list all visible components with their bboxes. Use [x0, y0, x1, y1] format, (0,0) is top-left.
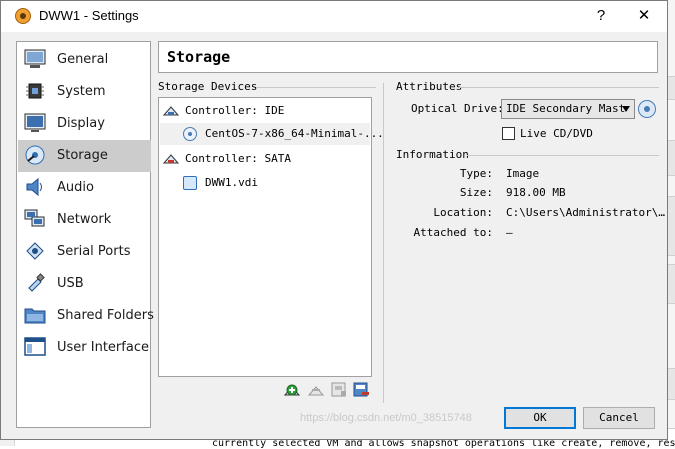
optical-drive-value: IDE Secondary Mast: [506, 102, 626, 115]
sidebar-item-user-interface[interactable]: User Interface: [18, 332, 151, 364]
title-bar: DWW1 - Settings ? ✕: [1, 1, 667, 32]
sidebar-item-storage[interactable]: Storage: [18, 140, 151, 172]
tree-controller-ide[interactable]: Controller: IDE: [163, 100, 284, 122]
sidebar-item-label: Display: [57, 116, 105, 131]
help-button[interactable]: ?: [586, 5, 616, 27]
sidebar-item-system[interactable]: System: [18, 76, 151, 108]
sidebar-item-label: Serial Ports: [57, 244, 131, 259]
sidebar-item-label: System: [57, 84, 106, 99]
optical-disc-icon: [183, 127, 197, 141]
section-divider: [256, 87, 376, 88]
info-type-label: Type:: [459, 167, 493, 180]
ui-window-icon: [24, 337, 46, 356]
tree-attachment-label: CentOS-7-x86_64-Minimal-...: [205, 127, 384, 140]
page-title-text: Storage: [167, 48, 231, 66]
folder-icon: [24, 308, 46, 324]
optical-drive-select[interactable]: IDE Secondary Mast: [501, 99, 635, 119]
pane-divider: [383, 83, 384, 403]
attributes-label: Attributes: [396, 80, 463, 93]
page-title: Storage: [158, 41, 658, 73]
chip-icon: [26, 83, 44, 99]
live-cd-checkbox[interactable]: [502, 127, 515, 140]
sidebar-item-label: Shared Folders: [57, 308, 154, 323]
remove-attachment-icon[interactable]: [352, 381, 370, 399]
tree-attachment-hdd[interactable]: DWW1.vdi: [183, 172, 258, 194]
sidebar-item-label: Audio: [57, 180, 94, 195]
tree-attachment-optical[interactable]: CentOS-7-x86_64-Minimal-...: [160, 123, 384, 145]
tree-controller-label: Controller: SATA: [185, 152, 291, 165]
tree-controller-sata[interactable]: Controller: SATA: [163, 148, 291, 170]
information-label: Information: [396, 148, 469, 161]
storage-devices-label: Storage Devices: [158, 80, 258, 93]
ok-button[interactable]: OK: [504, 407, 576, 429]
sidebar-item-label: User Interface: [57, 340, 149, 355]
virtualbox-icon: [15, 8, 31, 24]
remove-controller-icon[interactable]: [307, 381, 325, 399]
usb-icon: [28, 273, 45, 292]
window-title: DWW1 - Settings: [39, 8, 139, 23]
info-location-label: Location:: [433, 206, 493, 219]
live-cd-label: Live CD/DVD: [520, 127, 593, 140]
tree-controller-label: Controller: IDE: [185, 104, 285, 117]
cancel-button[interactable]: Cancel: [583, 407, 655, 429]
add-disk-icon[interactable]: [330, 381, 348, 399]
info-size-value: 918.00 MB: [506, 186, 566, 199]
sata-controller-icon: [163, 154, 179, 164]
sidebar-item-shared-folders[interactable]: Shared Folders: [18, 300, 154, 332]
speaker-icon: [26, 177, 42, 197]
ide-controller-icon: [163, 106, 179, 116]
tree-attachment-label: DWW1.vdi: [205, 176, 258, 189]
close-button[interactable]: ✕: [629, 5, 659, 27]
sidebar-item-label: Storage: [57, 148, 108, 163]
display-icon: [24, 113, 46, 132]
settings-sidebar: General System Display Storage Audio Net…: [16, 41, 154, 428]
sidebar-item-display[interactable]: Display: [18, 108, 151, 140]
info-type-value: Image: [506, 167, 540, 180]
sidebar-item-serial-ports[interactable]: Serial Ports: [18, 236, 151, 268]
sidebar-item-usb[interactable]: USB: [18, 268, 151, 300]
info-attached-value: —: [506, 226, 513, 239]
settings-dialog: DWW1 - Settings ? ✕ General System Displ…: [0, 0, 668, 440]
sidebar-item-label: Network: [57, 212, 112, 227]
optical-drive-label: Optical Drive:: [411, 102, 504, 115]
serial-port-icon: [26, 242, 44, 260]
chevron-down-icon: [622, 106, 630, 112]
section-divider: [459, 87, 659, 88]
info-size-label: Size:: [459, 186, 493, 199]
choose-disk-button[interactable]: [638, 100, 656, 118]
sidebar-item-network[interactable]: Network: [18, 204, 151, 236]
sidebar-item-label: General: [57, 52, 109, 67]
section-divider: [467, 155, 659, 156]
storage-tree[interactable]: Controller: IDE CentOS-7-x86_64-Minimal-…: [158, 97, 384, 377]
add-attachment-icon[interactable]: [283, 381, 301, 399]
monitor-icon: [24, 49, 46, 68]
sidebar-item-general[interactable]: General: [18, 44, 151, 76]
hard-disk-icon: [183, 176, 197, 190]
sidebar-item-audio[interactable]: Audio: [18, 172, 151, 204]
sidebar-item-label: USB: [57, 276, 84, 291]
network-icon: [24, 209, 45, 227]
watermark: https://blog.csdn.net/m0_38515748: [300, 412, 472, 424]
info-location-value: C:\Users\Administrator\…: [506, 206, 665, 219]
info-attached-label: Attached to:: [413, 226, 493, 239]
storage-icon: [25, 145, 45, 165]
